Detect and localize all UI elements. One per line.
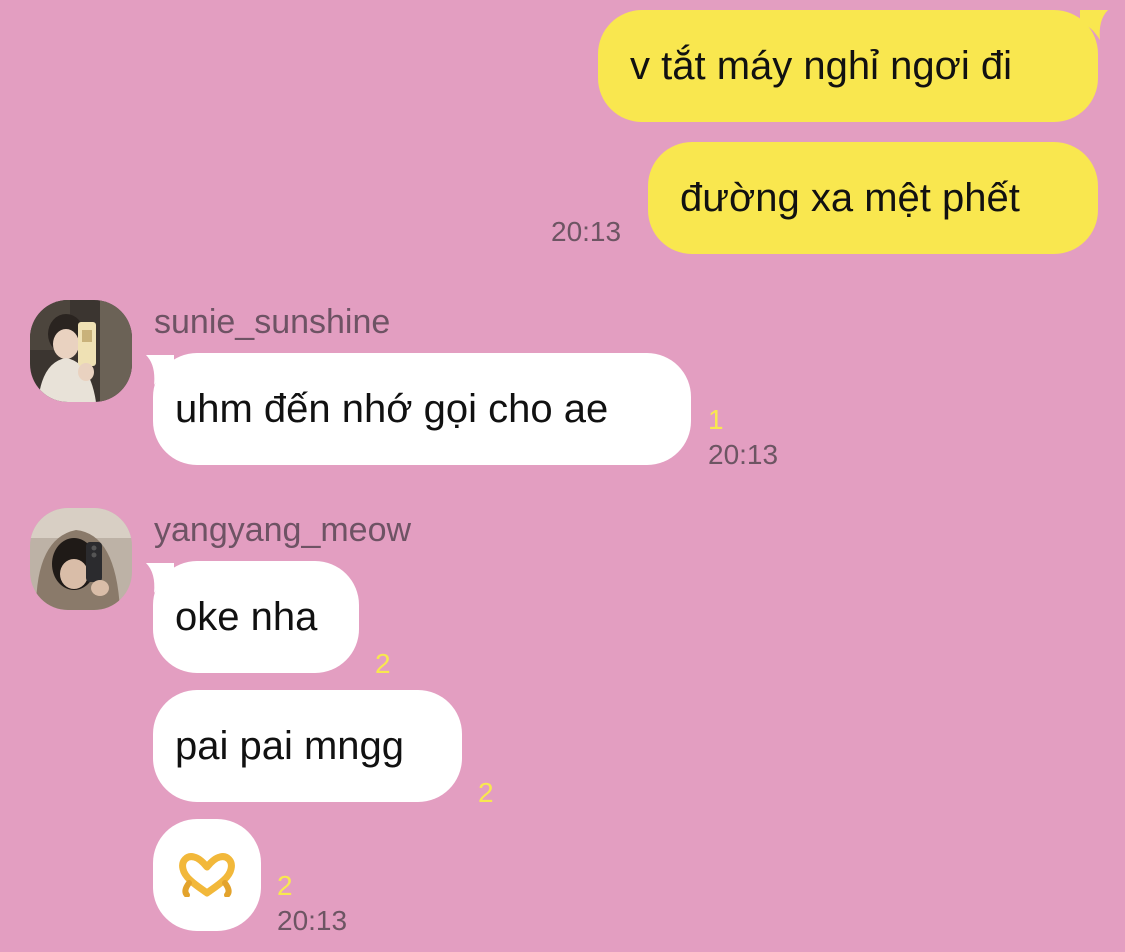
- chat-conversation: v tắt máy nghỉ ngơi đi đường xa mệt phết…: [0, 0, 1125, 952]
- received-message-bubble[interactable]: oke nha: [153, 561, 359, 673]
- heart-hands-icon: [179, 853, 235, 897]
- received-message-text: uhm đến nhớ gọi cho ae: [175, 387, 609, 431]
- received-emoji-bubble[interactable]: 🫶: [153, 819, 261, 931]
- received-message-bubble[interactable]: pai pai mngg: [153, 690, 462, 802]
- sent-message-bubble[interactable]: v tắt máy nghỉ ngơi đi: [598, 10, 1098, 122]
- unread-count: 1: [708, 404, 724, 435]
- sent-message-text: v tắt máy nghỉ ngơi đi: [630, 44, 1012, 88]
- received-message-text: oke nha: [175, 595, 318, 639]
- sent-bubble-tail: [1080, 10, 1108, 40]
- avatar[interactable]: [30, 508, 132, 610]
- message-timestamp: 20:13: [708, 439, 779, 470]
- unread-count: 2: [478, 777, 494, 808]
- received-message-bubble[interactable]: uhm đến nhớ gọi cho ae: [153, 353, 691, 465]
- sent-message-bubble[interactable]: đường xa mệt phết: [648, 142, 1098, 254]
- message-timestamp: 20:13: [551, 216, 622, 247]
- unread-count: 2: [277, 870, 293, 901]
- received-message-text: pai pai mngg: [175, 724, 405, 768]
- sent-message-text: đường xa mệt phết: [680, 176, 1020, 220]
- sender-name: yangyang_meow: [154, 511, 412, 549]
- avatar[interactable]: [30, 300, 132, 402]
- avatar-photo: [30, 508, 132, 610]
- unread-count: 2: [375, 648, 391, 679]
- sender-name: sunie_sunshine: [154, 303, 391, 341]
- avatar-photo: [30, 300, 132, 402]
- message-timestamp: 20:13: [277, 905, 348, 936]
